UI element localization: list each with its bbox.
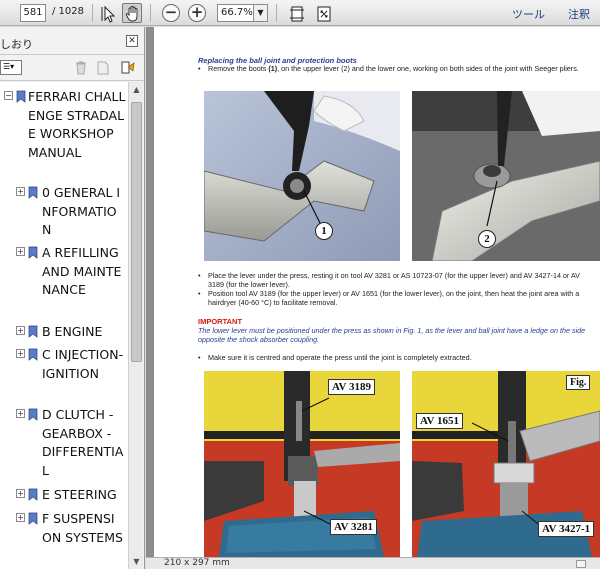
delete-bookmark-icon[interactable] [74,60,88,75]
page-size-readout: 210 x 297 mm [164,558,230,568]
zoom-level-input[interactable]: 66.7% [217,4,254,22]
status-bar: 210 x 297 mm [146,557,600,569]
document-viewer[interactable]: Replacing the ball joint and protection … [146,27,600,569]
pdf-page: Replacing the ball joint and protection … [154,27,600,557]
instruction-bold: (1) [268,64,278,73]
expand-icon[interactable]: + [16,326,25,335]
figure-label: Fig. [566,375,591,390]
bookmark-item-clutch-gearbox[interactable]: + D CLUTCH - GEARBOX - DIFFERENTIAL [0,406,128,480]
sidebar-scrollbar[interactable]: ▲ ▼ [128,82,143,569]
expand-icon[interactable]: + [16,187,25,196]
instruction-operate-press: Make sure it is centred and operate the … [208,353,472,362]
bookmark-icon [16,90,26,103]
bookmarks-title: しおり [0,38,33,51]
instruction-text: , on the upper lever (2) and the lower o… [277,64,579,73]
label-av3189: AV 3189 [328,379,376,395]
bookmark-label: B ENGINE [42,324,103,339]
bookmark-icon [28,348,38,361]
label-av3427: AV 3427-1 [538,521,595,537]
hand-tool-icon[interactable] [122,3,142,23]
expand-icon[interactable]: + [16,409,25,418]
bookmarks-header: しおり ✕ [0,27,144,55]
scroll-down-icon[interactable]: ▼ [129,554,144,569]
tools-menu-link[interactable]: ツール [512,6,545,22]
photo-upper-lever-pliers: 2 [412,91,600,261]
callout-2: 2 [478,230,496,248]
label-av1651: AV 1651 [416,413,464,429]
bookmark-icon [28,408,38,421]
bookmark-label: E STEERING [42,487,117,502]
scrollbar-thumb[interactable] [131,102,142,362]
page-number-input[interactable]: 581 [20,4,46,22]
bookmark-item-steering[interactable]: + E STEERING [0,486,128,506]
bookmark-icon [28,512,38,525]
select-tool-icon[interactable] [98,3,118,23]
scroll-up-icon[interactable]: ▲ [129,82,144,97]
options-menu-icon[interactable]: ☰▾ [0,60,22,75]
toolbar-separator [276,4,277,22]
zoom-out-button[interactable]: − [162,4,180,22]
zoom-dropdown-chevron-icon[interactable]: ▼ [254,4,268,22]
photo-press-av3189: AV 3189 AV 3281 [204,371,400,557]
bookmark-icon [28,488,38,501]
expand-icon[interactable]: + [16,247,25,256]
bullet-marker: • [198,353,201,362]
fit-page-icon[interactable] [286,3,306,23]
horizontal-scroll-handle[interactable] [576,560,586,568]
callout-1: 1 [315,222,333,240]
bullet-marker: • [198,64,201,73]
photo-ball-joint-pliers: 1 [204,91,400,261]
expand-icon[interactable]: + [16,513,25,522]
instruction-place-lever: Place the lever under the press, resting… [208,271,580,289]
bookmark-label: A REFILLING AND MAINTENANCE [42,245,122,297]
toolbar: 581 / 1028 − + 66.7% ▼ ツール 注釈 [0,0,600,26]
expand-bookmark-icon[interactable] [120,60,135,75]
bullet-marker: • [198,289,201,298]
collapse-icon[interactable]: − [4,91,13,100]
instruction-position-tool: Position tool AV 3189 (for the upper lev… [208,289,580,307]
expand-icon[interactable]: + [16,489,25,498]
label-av3281: AV 3281 [330,519,378,535]
bookmark-label: C INJECTION-IGNITION [42,347,124,381]
toolbar-separator [150,4,151,22]
important-label: IMPORTANT [198,317,243,326]
new-bookmark-icon[interactable] [96,60,110,75]
bookmark-item-general-information[interactable]: + 0 GENERAL INFORMATION [0,184,128,240]
photo-press-av1651: AV 1651 AV 3427-1 Fig. [412,371,600,557]
bookmark-item-injection-ignition[interactable]: + C INJECTION-IGNITION [0,346,128,402]
bookmark-item-refilling-maintenance[interactable]: + A REFILLING AND MAINTENANCE [0,244,128,318]
bookmark-tree: − FERRARI CHALLENGE STRADALE WORKSHOP MA… [0,82,128,569]
bookmark-item-suspension[interactable]: + F SUSPENSION SYSTEMS [0,510,128,569]
page-total: / 1028 [52,6,84,17]
toolbar-separator [92,4,93,22]
expand-icon[interactable]: + [16,349,25,358]
bookmark-label: D CLUTCH - GEARBOX - DIFFERENTIAL [42,407,124,478]
instruction-text: Remove the boots [208,64,269,73]
bookmark-icon [28,186,38,199]
bookmarks-panel: しおり ✕ ☰▾ − FERRARI CHALLENGE STRADALE WO… [0,27,145,569]
bookmark-icon [28,246,38,259]
bookmarks-toolbar: ☰▾ [0,55,144,81]
instruction-remove-boots: Remove the boots (1), on the upper lever… [208,64,588,73]
bullet-marker: • [198,271,201,280]
close-panel-icon[interactable]: ✕ [126,35,138,47]
comment-menu-link[interactable]: 注釈 [568,6,590,22]
bookmark-label: F SUSPENSION SYSTEMS [42,511,123,545]
fullscreen-icon[interactable] [313,3,333,23]
bookmark-item-engine[interactable]: + B ENGINE [0,323,128,343]
important-note: The lower lever must be positioned under… [198,326,586,344]
bookmark-label: 0 GENERAL INFORMATION [42,185,121,237]
bookmark-label: FERRARI CHALLENGE STRADALE WORKSHOP MANU… [28,89,126,160]
bookmark-icon [28,325,38,338]
zoom-in-button[interactable]: + [188,4,206,22]
